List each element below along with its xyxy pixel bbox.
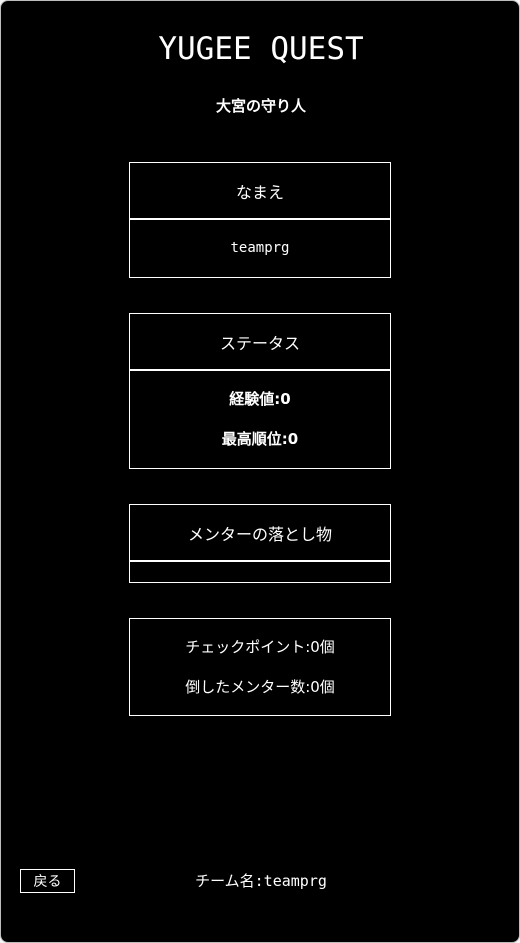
experience-value: 経験値:0 — [229, 390, 291, 408]
progress-panel: チェックポイント:0個 倒したメンター数:0個 — [129, 618, 391, 716]
back-button[interactable]: 戻る — [20, 869, 75, 893]
progress-panel-body: チェックポイント:0個 倒したメンター数:0個 — [130, 619, 390, 715]
lost-items-list — [130, 562, 390, 581]
status-panel: ステータス 経験値:0 最高順位:0 — [129, 313, 391, 469]
game-subtitle: 大宮の守り人 — [215, 97, 306, 115]
name-panel-body: teamprg — [130, 220, 390, 276]
checkpoint-count: チェックポイント:0個 — [185, 638, 335, 656]
name-panel-header: なまえ — [130, 163, 390, 220]
game-title: YUGEE QUEST — [158, 31, 364, 67]
player-name: teamprg — [230, 240, 290, 256]
defeated-mentor-count: 倒したメンター数:0個 — [185, 678, 335, 696]
status-panel-header: ステータス — [130, 314, 390, 371]
best-rank-value: 最高順位:0 — [221, 430, 299, 448]
name-panel: なまえ teamprg — [129, 162, 391, 278]
team-name-label: チーム名:teamprg — [195, 872, 327, 890]
status-panel-body: 経験値:0 最高順位:0 — [130, 371, 390, 467]
lost-items-panel: メンターの落とし物 — [129, 504, 391, 583]
lost-items-panel-header: メンターの落とし物 — [130, 505, 390, 562]
game-screen: YUGEE QUEST 大宮の守り人 なまえ teamprg ステータス 経験値… — [0, 0, 520, 943]
